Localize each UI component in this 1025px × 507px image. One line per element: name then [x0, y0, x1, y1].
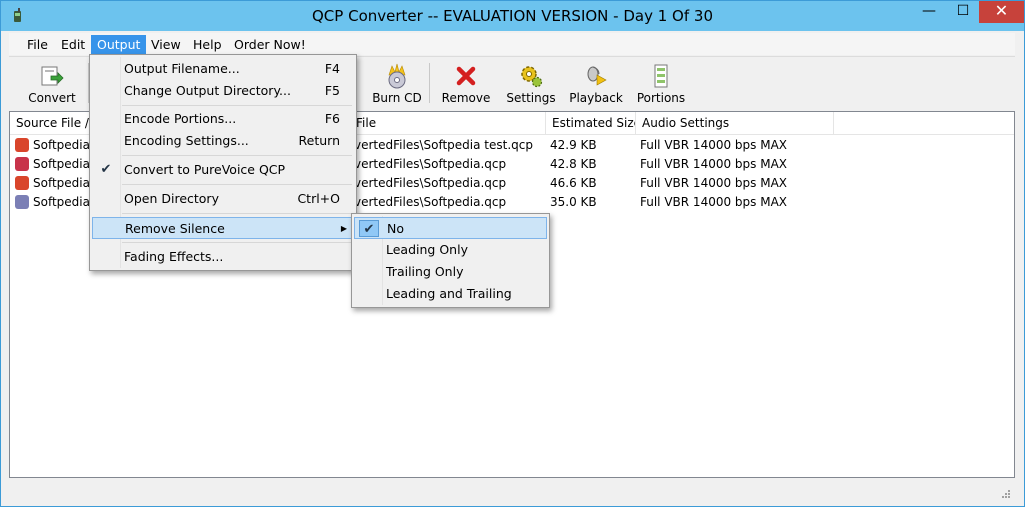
menu-item-output-filename[interactable]: Output Filename... F4	[92, 58, 354, 80]
row-source: Softpedia.a	[33, 157, 93, 171]
audio-file-icon	[15, 195, 29, 209]
row-size: 46.6 KB	[550, 176, 597, 190]
settings-button[interactable]: Settings	[501, 57, 561, 108]
status-bar	[9, 481, 1015, 501]
menu-separator	[122, 105, 352, 106]
maximize-button[interactable]: ☐	[948, 1, 978, 23]
audio-file-icon	[15, 138, 29, 152]
menu-separator	[122, 213, 352, 214]
remove-icon	[456, 66, 476, 86]
menu-item-shortcut: F6	[324, 111, 340, 126]
column-header-audio[interactable]: Audio Settings	[636, 112, 834, 134]
burn-cd-icon	[388, 63, 406, 89]
submenu-arrow-icon: ▶	[340, 224, 347, 233]
submenu-item-label: No	[387, 221, 404, 236]
menu-item-fading-effects[interactable]: Fading Effects...	[92, 246, 354, 268]
remove-silence-submenu: ✔ No Leading Only Trailing Only Leading …	[351, 213, 550, 308]
row-size: 42.8 KB	[550, 157, 597, 171]
menu-separator	[122, 184, 352, 185]
submenu-item-label: Leading and Trailing	[386, 286, 512, 301]
checkmark-icon: ✔	[100, 162, 112, 177]
menu-order-now[interactable]: Order Now!	[228, 35, 312, 54]
remove-label: Remove	[441, 91, 491, 105]
row-source: Softpedia.n	[33, 176, 93, 190]
submenu-item-label: Trailing Only	[386, 264, 464, 279]
menu-item-shortcut: F5	[324, 83, 340, 98]
checkmark-icon: ✔	[359, 220, 379, 237]
submenu-item-trailing-only[interactable]: Trailing Only	[354, 261, 547, 283]
toolbar-separator	[429, 63, 430, 103]
menu-item-label: Encoding Settings...	[124, 133, 249, 148]
row-file: vertedFiles\Softpedia.qcp	[354, 157, 507, 171]
menu-edit[interactable]: Edit	[55, 35, 91, 54]
row-source: Softpedia t	[33, 138, 93, 152]
submenu-item-no[interactable]: ✔ No	[354, 217, 547, 239]
menu-item-convert-purevoice[interactable]: ✔ Convert to PureVoice QCP	[92, 159, 354, 181]
menu-separator	[122, 155, 352, 156]
menu-view[interactable]: View	[145, 35, 187, 54]
menu-item-encoding-settings[interactable]: Encoding Settings... Return	[92, 130, 354, 152]
window-title: QCP Converter -- EVALUATION VERSION - Da…	[312, 7, 713, 25]
menu-item-change-output-directory[interactable]: Change Output Directory... F5	[92, 80, 354, 102]
burn-cd-button[interactable]: Burn CD	[363, 57, 431, 108]
menu-item-encode-portions[interactable]: Encode Portions... F6	[92, 108, 354, 130]
portions-label: Portions	[636, 91, 686, 105]
submenu-item-leading-only[interactable]: Leading Only	[354, 239, 547, 261]
menu-item-label: Open Directory	[124, 191, 219, 206]
row-audio: Full VBR 14000 bps MAX	[640, 138, 787, 152]
menu-item-shortcut: F4	[324, 61, 340, 76]
convert-icon	[41, 66, 64, 86]
submenu-item-leading-and-trailing[interactable]: Leading and Trailing	[354, 283, 547, 305]
title-bar[interactable]: QCP Converter -- EVALUATION VERSION - Da…	[1, 1, 1024, 31]
menu-item-label: Remove Silence	[125, 221, 225, 236]
row-file: vertedFiles\Softpedia.qcp	[354, 195, 507, 209]
row-source: Softpedia.v	[33, 195, 93, 209]
row-file: vertedFiles\Softpedia test.qcp	[354, 138, 533, 152]
menu-bar: File Edit Output View Help Order Now!	[9, 33, 1015, 55]
convert-button[interactable]: Convert	[21, 57, 83, 108]
column-header-file[interactable]: File	[350, 112, 546, 134]
menu-item-shortcut: Return	[298, 133, 340, 148]
menu-item-label: Convert to PureVoice QCP	[124, 162, 286, 177]
menu-item-open-directory[interactable]: Open Directory Ctrl+O	[92, 188, 354, 210]
portions-button[interactable]: Portions	[631, 57, 691, 108]
menu-output[interactable]: Output	[91, 35, 147, 54]
audio-file-icon	[15, 176, 29, 190]
menu-item-label: Output Filename...	[124, 61, 240, 76]
playback-button[interactable]: Playback	[565, 57, 627, 108]
submenu-item-label: Leading Only	[386, 242, 468, 257]
row-size: 35.0 KB	[550, 195, 597, 209]
row-size: 42.9 KB	[550, 138, 597, 152]
convert-label: Convert	[28, 91, 76, 105]
close-button[interactable]: ✕	[979, 1, 1024, 23]
menu-item-shortcut: Ctrl+O	[297, 191, 340, 206]
row-audio: Full VBR 14000 bps MAX	[640, 157, 787, 171]
column-header-size[interactable]: Estimated Size	[546, 112, 636, 134]
menu-file[interactable]: File	[21, 35, 54, 54]
menu-item-label: Encode Portions...	[124, 111, 237, 126]
settings-label: Settings	[506, 91, 556, 105]
menu-item-label: Fading Effects...	[124, 249, 224, 264]
row-audio: Full VBR 14000 bps MAX	[640, 176, 787, 190]
output-menu: Output Filename... F4 Change Output Dire…	[89, 54, 357, 271]
minimize-button[interactable]: —	[914, 1, 944, 23]
burn-cd-label: Burn CD	[372, 91, 422, 105]
menu-item-remove-silence[interactable]: Remove Silence ▶	[92, 217, 354, 239]
playback-icon	[587, 66, 607, 86]
menu-item-label: Change Output Directory...	[124, 83, 291, 98]
audio-file-icon	[15, 157, 29, 171]
resize-grip-icon[interactable]	[1001, 489, 1011, 499]
settings-icon	[521, 66, 543, 88]
row-audio: Full VBR 14000 bps MAX	[640, 195, 787, 209]
remove-button[interactable]: Remove	[437, 57, 495, 108]
playback-label: Playback	[569, 91, 623, 105]
menu-help[interactable]: Help	[187, 35, 228, 54]
row-file: vertedFiles\Softpedia.qcp	[354, 176, 507, 190]
portions-icon	[654, 64, 668, 88]
menu-separator	[122, 242, 352, 243]
